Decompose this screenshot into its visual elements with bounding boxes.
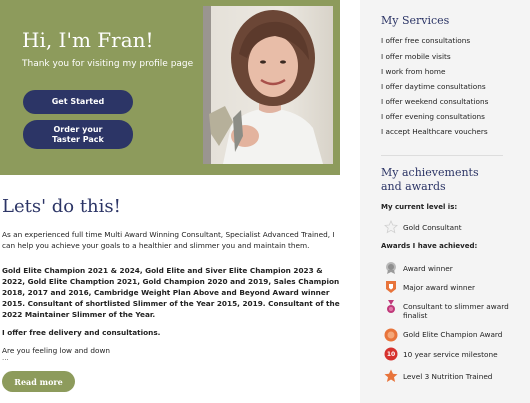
hero-title: Hi, I'm Fran! <box>22 28 154 52</box>
awards-label: Awards I have achieved: <box>381 242 478 250</box>
service-item: I work from home <box>381 67 446 76</box>
order-taster-pack-button[interactable]: Order your Taster Pack <box>23 120 133 149</box>
hero-subtitle: Thank you for visiting my profile page <box>22 59 194 69</box>
service-item: I offer free consultations <box>381 36 471 45</box>
award-item: Major award winner <box>403 283 476 292</box>
service-item: I offer daytime consultations <box>381 82 486 91</box>
achievements-title-line: and awards <box>381 180 446 193</box>
service-item: I offer weekend consultations <box>381 97 489 106</box>
read-more-button[interactable]: Read more <box>2 371 75 392</box>
award-item: Award winner <box>403 264 453 273</box>
milestone-10-icon: 10 <box>384 347 398 361</box>
sidebar: My Services I offer free consultations I… <box>360 0 530 403</box>
awards-paragraph: Gold Elite Champion 2021 & 2024, Gold El… <box>2 266 340 319</box>
service-item: I offer mobile visits <box>381 52 451 61</box>
intro-paragraph: As an experienced full time Multi Award … <box>2 230 335 250</box>
hero-banner: Hi, I'm Fran! Thank you for visiting my … <box>0 0 340 175</box>
delivery-text: I offer free delivery and consultations. <box>2 328 161 337</box>
sidebar-divider <box>381 155 503 156</box>
service-item: I accept Healthcare vouchers <box>381 127 488 136</box>
rosette-icon <box>384 261 398 275</box>
star-badge-icon <box>384 369 398 383</box>
current-level-label: My current level is: <box>381 203 458 211</box>
award-item: 10 year service milestone <box>403 350 498 359</box>
service-item: I offer evening consultations <box>381 112 485 121</box>
achievements-title: My achievements and awards <box>381 166 479 194</box>
gold-star-icon <box>384 220 398 234</box>
get-started-button[interactable]: Get Started <box>23 90 133 114</box>
award-item: Gold Elite Champion Award <box>403 330 503 339</box>
award-item: Consultant to slimmer award finalist <box>403 302 509 320</box>
current-level-value: Gold Consultant <box>403 223 462 232</box>
award-item: Level 3 Nutrition Trained <box>403 372 493 381</box>
achievements-title-line: My achievements <box>381 166 479 179</box>
milestone-number: 10 <box>386 350 396 358</box>
truncation-ellipsis: ... <box>2 354 9 362</box>
feeling-text: Are you feeling low and down <box>2 346 111 355</box>
profile-photo <box>203 6 333 164</box>
major-award-icon <box>384 280 398 294</box>
medal-icon <box>384 300 398 314</box>
gold-elite-icon <box>384 328 398 342</box>
page-heading: Lets' do this! <box>2 196 121 217</box>
services-title: My Services <box>381 14 450 27</box>
